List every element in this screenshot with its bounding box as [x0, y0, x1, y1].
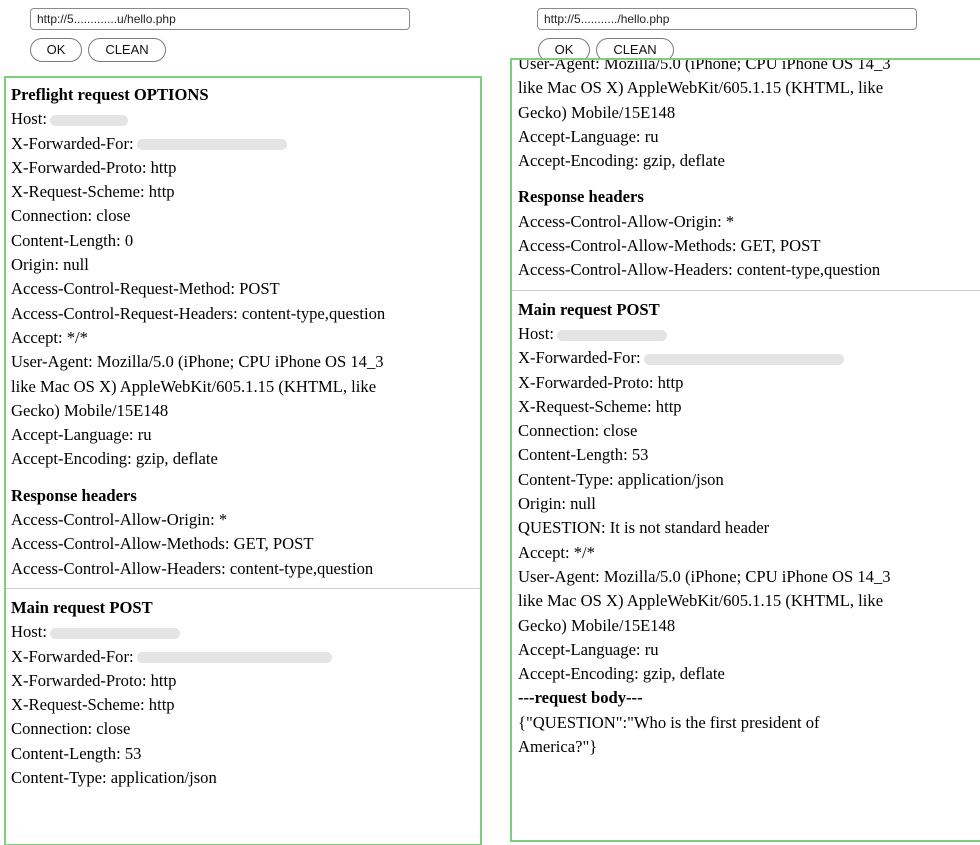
redacted-mark — [643, 353, 844, 365]
header-accept-language: Accept-Language: ru — [11, 425, 152, 445]
url-input[interactable]: http://5.............u/hello.php — [30, 8, 410, 30]
header-allow-methods: Access-Control-Allow-Methods: GET, POST — [11, 534, 314, 554]
header-x-forwarded-proto: X-Forwarded-Proto: http — [11, 670, 177, 690]
request-body-text: {"QUESTION":"Who is the first president … — [518, 712, 820, 732]
header-allow-origin: Access-Control-Allow-Origin: * — [11, 510, 228, 530]
left-panel: http://5.............u/hello.php OK CLEA… — [0, 0, 485, 845]
header-content-length: Content-Length: 0 — [11, 230, 134, 250]
header-content-length: Content-Length: 53 — [518, 445, 649, 465]
header-user-agent-cont: like Mac OS X) AppleWebKit/605.1.15 (KHT… — [518, 78, 884, 98]
header-allow-headers: Access-Control-Allow-Headers: content-ty… — [11, 558, 374, 578]
header-accept-encoding: Accept-Encoding: gzip, deflate — [518, 151, 725, 171]
header-xff-label: X-Forwarded-For: — [11, 133, 134, 153]
header-user-agent: User-Agent: Mozilla/5.0 (iPhone; CPU iPh… — [11, 352, 384, 372]
header-host: Host: — [518, 322, 980, 346]
redacted-mark — [49, 627, 180, 639]
header-allow-methods: Access-Control-Allow-Methods: GET, POST — [518, 236, 821, 256]
redacted-mark — [136, 139, 287, 151]
header-x-forwarded-proto: X-Forwarded-Proto: http — [518, 372, 684, 392]
header-ac-request-method: Access-Control-Request-Method: POST — [11, 279, 280, 299]
header-host-label: Host: — [11, 622, 47, 642]
request-body-text-cont: America?"} — [518, 737, 598, 757]
header-user-agent-cont: like Mac OS X) AppleWebKit/605.1.15 (KHT… — [11, 376, 377, 396]
request-body-heading: ---request body--- — [518, 688, 643, 708]
response-heading: Response headers — [518, 187, 644, 207]
right-panel: http://5.........../hello.php OK CLEAN U… — [510, 0, 980, 845]
header-xff-label: X-Forwarded-For: — [11, 646, 134, 666]
response-output[interactable]: Preflight request OPTIONS Host: X-Forwar… — [4, 76, 482, 845]
redacted-mark — [136, 652, 332, 664]
header-ac-request-headers: Access-Control-Request-Headers: content-… — [11, 303, 386, 323]
redacted-mark — [49, 114, 128, 126]
response-heading: Response headers — [11, 485, 137, 505]
header-x-request-scheme: X-Request-Scheme: http — [518, 396, 682, 416]
response-output[interactable]: User-Agent: Mozilla/5.0 (iPhone; CPU iPh… — [510, 58, 980, 842]
header-connection: Connection: close — [11, 206, 131, 226]
header-allow-headers: Access-Control-Allow-Headers: content-ty… — [518, 260, 881, 280]
section-divider — [512, 289, 980, 291]
url-input[interactable]: http://5.........../hello.php — [537, 8, 917, 30]
header-host-label: Host: — [11, 109, 47, 129]
ok-button[interactable]: OK — [30, 38, 82, 62]
header-origin: Origin: null — [11, 255, 89, 275]
header-xff-label: X-Forwarded-For: — [518, 348, 641, 368]
header-user-agent-cont: Gecko) Mobile/15E148 — [11, 400, 169, 420]
header-content-length: Content-Length: 53 — [11, 743, 142, 763]
output-content: User-Agent: Mozilla/5.0 (iPhone; CPU iPh… — [512, 58, 980, 759]
header-x-forwarded-for: X-Forwarded-For: — [11, 645, 480, 669]
preflight-heading: Preflight request OPTIONS — [11, 85, 209, 104]
clean-button[interactable]: CLEAN — [88, 38, 166, 62]
header-accept-encoding: Accept-Encoding: gzip, deflate — [11, 449, 218, 469]
header-user-agent: User-Agent: Mozilla/5.0 (iPhone; CPU iPh… — [518, 566, 891, 586]
header-x-forwarded-proto: X-Forwarded-Proto: http — [11, 157, 177, 177]
header-user-agent-cont: Gecko) Mobile/15E148 — [518, 615, 676, 635]
header-user-agent-cont: Gecko) Mobile/15E148 — [518, 102, 676, 122]
header-question: QUESTION: It is not standard header — [518, 518, 770, 538]
header-accept-encoding: Accept-Encoding: gzip, deflate — [518, 664, 725, 684]
output-content: Preflight request OPTIONS Host: X-Forwar… — [6, 83, 480, 790]
header-accept: Accept: */* — [518, 542, 595, 562]
header-accept-language: Accept-Language: ru — [518, 126, 659, 146]
header-host-label: Host: — [518, 323, 554, 343]
header-allow-origin: Access-Control-Allow-Origin: * — [518, 211, 735, 231]
header-host: Host: — [11, 107, 480, 131]
header-accept-language: Accept-Language: ru — [518, 639, 659, 659]
header-connection: Connection: close — [11, 719, 131, 739]
header-user-agent: User-Agent: Mozilla/5.0 (iPhone; CPU iPh… — [518, 58, 891, 73]
section-divider — [6, 587, 480, 589]
redacted-mark — [556, 329, 667, 341]
header-content-type: Content-Type: application/json — [518, 469, 724, 489]
header-host: Host: — [11, 620, 480, 644]
header-x-request-scheme: X-Request-Scheme: http — [11, 695, 175, 715]
header-accept: Accept: */* — [11, 327, 88, 347]
main-request-heading: Main request POST — [11, 597, 153, 617]
header-content-type: Content-Type: application/json — [11, 768, 217, 788]
main-request-heading: Main request POST — [518, 299, 660, 319]
header-user-agent-cont: like Mac OS X) AppleWebKit/605.1.15 (KHT… — [518, 591, 884, 611]
header-origin: Origin: null — [518, 494, 596, 514]
header-connection: Connection: close — [518, 421, 638, 441]
header-x-forwarded-for: X-Forwarded-For: — [518, 346, 980, 370]
header-x-request-scheme: X-Request-Scheme: http — [11, 182, 175, 202]
header-x-forwarded-for: X-Forwarded-For: — [11, 132, 480, 156]
